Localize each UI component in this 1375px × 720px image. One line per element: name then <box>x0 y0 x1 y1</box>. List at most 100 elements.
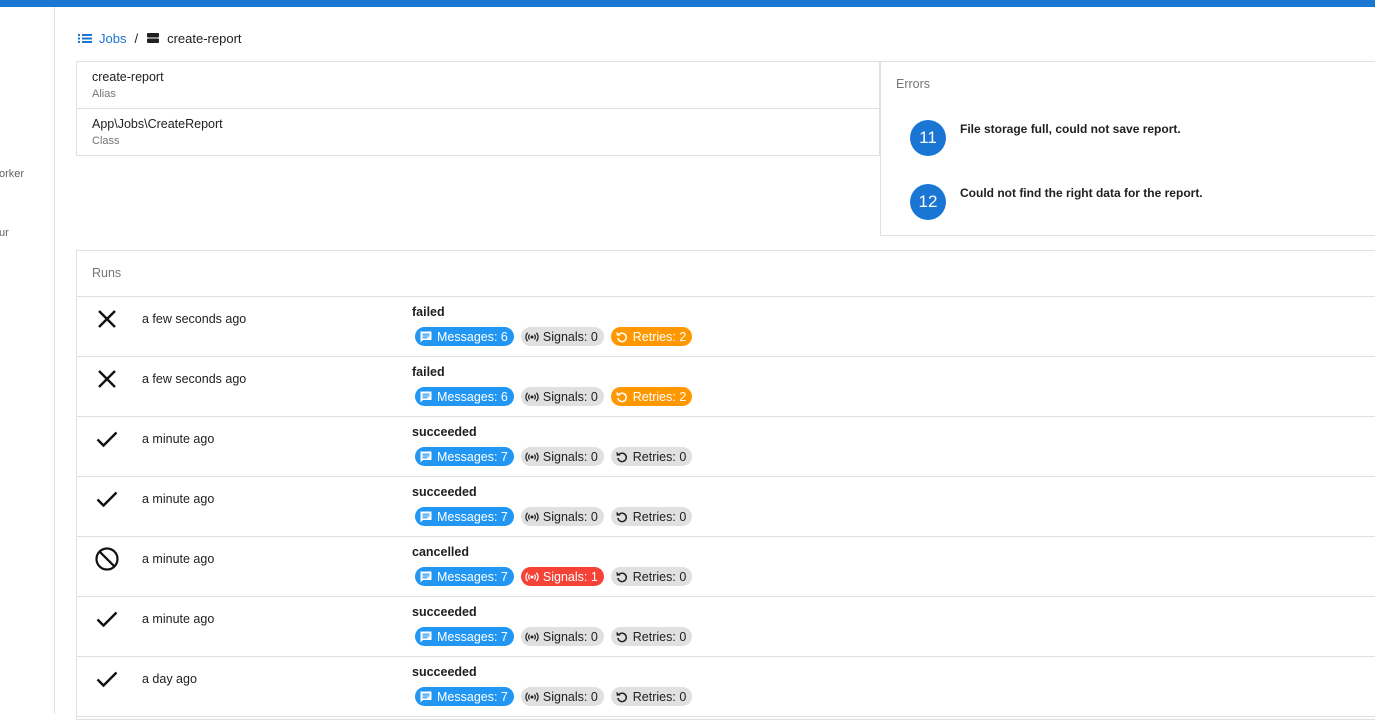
retry-icon <box>616 511 627 522</box>
signals-chip[interactable]: Signals: 0 <box>520 447 604 466</box>
sidebar-item-worker[interactable]: orker <box>0 168 24 180</box>
run-time: a minute ago <box>142 612 215 626</box>
messages-chip-label: Messages: 7 <box>437 569 508 584</box>
signals-chip[interactable]: Signals: 0 <box>520 327 604 346</box>
signals-chip-label: Signals: 0 <box>542 689 598 704</box>
messages-chip[interactable]: Messages: 7 <box>415 627 514 646</box>
run-status: succeeded <box>412 665 477 679</box>
message-icon <box>420 571 432 582</box>
signals-chip-label: Signals: 0 <box>542 449 598 464</box>
sidebar-item-hour[interactable]: ur <box>0 227 9 239</box>
run-chips: Messages: 7 Signals: 1 Retries: 0 <box>415 567 699 586</box>
breadcrumb-current-label: create-report <box>167 30 242 46</box>
error-count-badge: 12 <box>910 184 946 220</box>
errors-card: Errors 11 File storage full, could not s… <box>880 61 1375 236</box>
run-chips: Messages: 7 Signals: 0 Retries: 0 <box>415 627 699 646</box>
detail-row-alias: create-report Alias <box>77 62 879 109</box>
run-row[interactable]: a few seconds ago failed Messages: 6 Sig… <box>77 297 1375 357</box>
run-time: a minute ago <box>142 432 215 446</box>
run-chips: Messages: 7 Signals: 0 Retries: 0 <box>415 507 699 526</box>
run-row[interactable]: a minute ago succeeded Messages: 7 Signa… <box>77 597 1375 657</box>
signal-icon <box>525 691 539 702</box>
error-item[interactable]: 12 Could not find the right data for the… <box>910 184 1203 220</box>
messages-chip-label: Messages: 7 <box>437 689 508 704</box>
messages-chip-label: Messages: 6 <box>437 329 508 344</box>
retries-chip[interactable]: Retries: 0 <box>610 567 693 586</box>
run-status: failed <box>412 305 445 319</box>
messages-chip[interactable]: Messages: 7 <box>415 687 514 706</box>
run-time: a minute ago <box>142 492 215 506</box>
retries-chip[interactable]: Retries: 0 <box>610 507 693 526</box>
breadcrumb-separator: / <box>134 30 139 46</box>
run-status: cancelled <box>412 545 469 559</box>
retry-icon <box>616 451 627 462</box>
run-chips: Messages: 6 Signals: 0 Retries: 2 <box>415 327 699 346</box>
retry-icon <box>616 391 627 402</box>
messages-chip[interactable]: Messages: 6 <box>415 327 514 346</box>
run-time: a day ago <box>142 672 197 686</box>
messages-chip-label: Messages: 7 <box>437 509 508 524</box>
job-details-card: create-report Alias App\Jobs\CreateRepor… <box>76 61 880 156</box>
retries-chip[interactable]: Retries: 2 <box>610 387 693 406</box>
error-message: File storage full, could not save report… <box>960 122 1181 136</box>
signal-icon <box>525 571 539 582</box>
retries-chip-label: Retries: 0 <box>632 449 687 464</box>
retries-chip-label: Retries: 0 <box>632 509 687 524</box>
retry-icon <box>616 631 627 642</box>
signals-chip-label: Signals: 0 <box>542 389 598 404</box>
run-chips: Messages: 6 Signals: 0 Retries: 2 <box>415 387 699 406</box>
retries-chip[interactable]: Retries: 2 <box>610 327 693 346</box>
signals-chip[interactable]: Signals: 0 <box>520 387 604 406</box>
retries-chip-label: Retries: 2 <box>632 389 687 404</box>
message-icon <box>420 511 432 522</box>
messages-chip-label: Messages: 6 <box>437 389 508 404</box>
messages-chip[interactable]: Messages: 7 <box>415 507 514 526</box>
run-row[interactable]: a minute ago cancelled Messages: 7 Signa… <box>77 537 1375 597</box>
retries-chip[interactable]: Retries: 0 <box>610 627 693 646</box>
retries-chip[interactable]: Retries: 0 <box>610 447 693 466</box>
detail-value: create-report <box>92 70 164 84</box>
run-time: a minute ago <box>142 552 215 566</box>
messages-chip[interactable]: Messages: 7 <box>415 447 514 466</box>
retries-chip-label: Retries: 0 <box>632 689 687 704</box>
run-row[interactable]: a day ago succeeded Messages: 7 Signals: <box>77 657 1375 717</box>
runs-card: Runs a few seconds ago failed Messages: … <box>76 250 1375 720</box>
messages-chip[interactable]: Messages: 7 <box>415 567 514 586</box>
detail-label: Alias <box>92 88 116 100</box>
check-icon <box>95 667 119 691</box>
breadcrumb-jobs-link[interactable]: Jobs <box>78 31 126 46</box>
error-count-badge: 11 <box>910 120 946 156</box>
signals-chip-label: Signals: 1 <box>542 569 598 584</box>
retries-chip[interactable]: Retries: 0 <box>610 687 693 706</box>
breadcrumb-current: create-report <box>146 30 242 46</box>
detail-label: Class <box>92 135 120 147</box>
check-icon <box>95 607 119 631</box>
signal-icon <box>525 511 539 522</box>
signals-chip[interactable]: Signals: 0 <box>520 507 604 526</box>
signals-chip[interactable]: Signals: 0 <box>520 687 604 706</box>
messages-chip[interactable]: Messages: 6 <box>415 387 514 406</box>
run-chips: Messages: 7 Signals: 0 Retries: 0 <box>415 447 699 466</box>
error-message: Could not find the right data for the re… <box>960 186 1203 200</box>
run-row[interactable]: a minute ago succeeded Messages: 7 Signa… <box>77 417 1375 477</box>
top-app-bar <box>0 0 1375 7</box>
run-time: a few seconds ago <box>142 312 247 326</box>
signals-chip[interactable]: Signals: 0 <box>520 627 604 646</box>
signals-chip-label: Signals: 0 <box>542 329 598 344</box>
signal-icon <box>525 451 539 462</box>
error-item[interactable]: 11 File storage full, could not save rep… <box>910 120 1181 156</box>
signals-chip[interactable]: Signals: 1 <box>520 567 604 586</box>
retries-chip-label: Retries: 0 <box>632 569 687 584</box>
runs-list: a few seconds ago failed Messages: 6 Sig… <box>77 296 1375 717</box>
detail-row-class: App\Jobs\CreateReport Class <box>77 109 879 156</box>
run-chips: Messages: 7 Signals: 0 Retries: 0 <box>415 687 699 706</box>
run-row[interactable]: a minute ago succeeded Messages: 7 Signa… <box>77 477 1375 537</box>
run-status: succeeded <box>412 485 477 499</box>
run-row[interactable]: a few seconds ago failed Messages: 6 Sig… <box>77 357 1375 417</box>
signal-icon <box>525 391 539 402</box>
signals-chip-label: Signals: 0 <box>542 629 598 644</box>
breadcrumb: Jobs / create-report <box>78 30 242 46</box>
runs-title: Runs <box>92 266 122 280</box>
retry-icon <box>616 331 627 342</box>
run-status: succeeded <box>412 425 477 439</box>
